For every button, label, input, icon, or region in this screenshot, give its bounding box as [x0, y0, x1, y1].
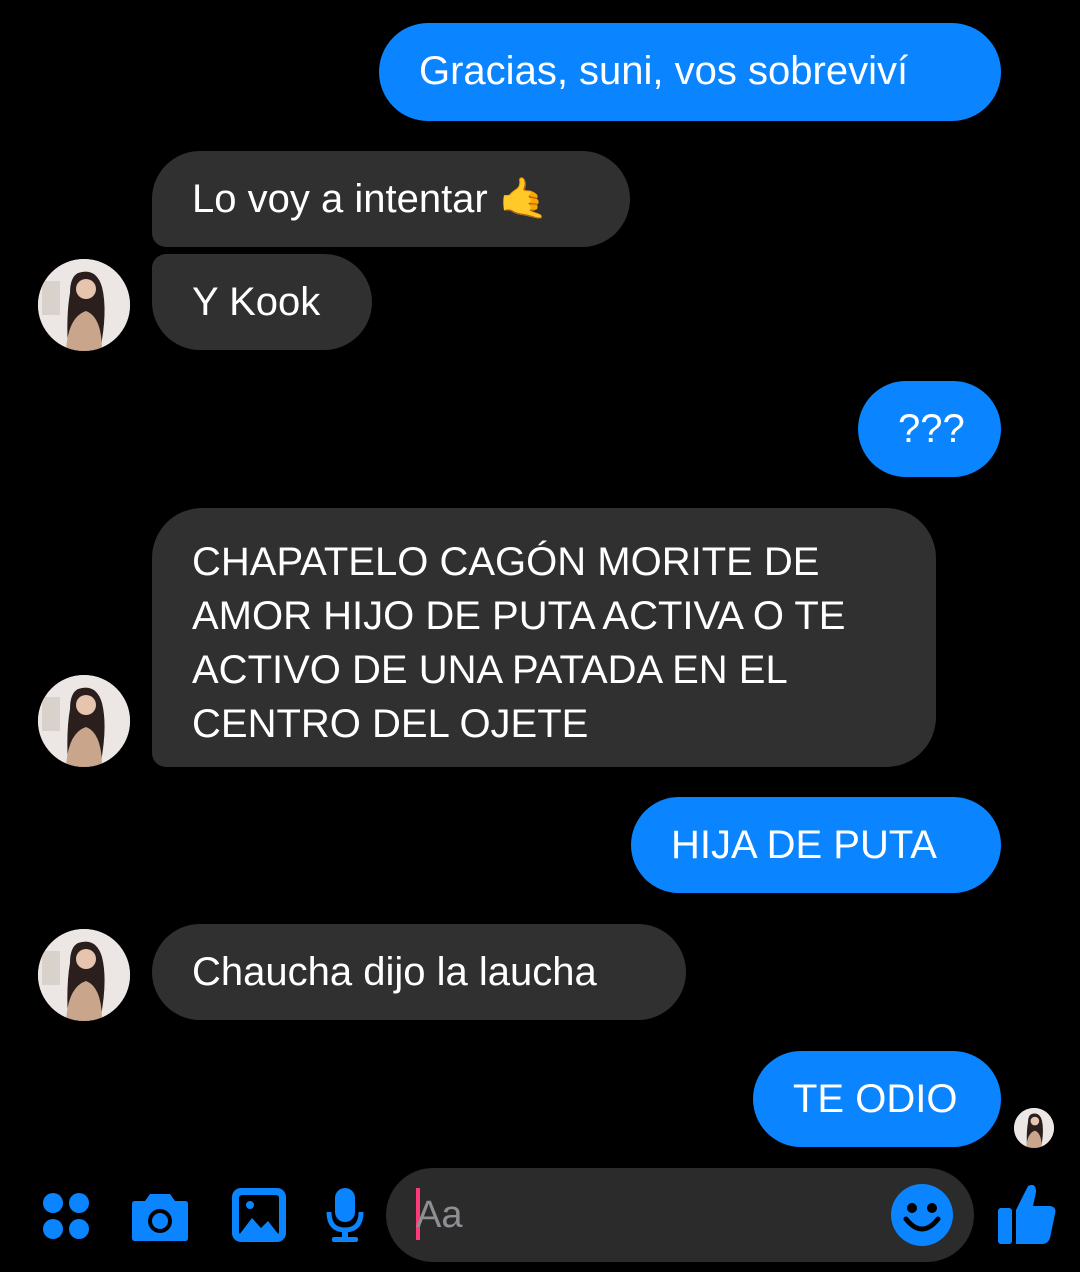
message-incoming[interactable]: Y Kook	[152, 254, 372, 350]
contact-avatar[interactable]	[38, 929, 130, 1021]
message-outgoing[interactable]: Gracias, suni, vos sobreviví	[379, 23, 1001, 121]
message-input[interactable]	[416, 1186, 876, 1244]
message-composer[interactable]	[386, 1168, 974, 1262]
contact-avatar[interactable]	[38, 675, 130, 767]
emoji-icon[interactable]	[890, 1183, 954, 1252]
like-icon[interactable]	[996, 1180, 1058, 1251]
seen-receipt-avatar	[1014, 1108, 1054, 1148]
camera-icon[interactable]	[130, 1188, 190, 1249]
contact-avatar[interactable]	[38, 259, 130, 351]
message-incoming[interactable]: Lo voy a intentar 🤙	[152, 151, 630, 247]
gallery-icon[interactable]	[230, 1186, 288, 1249]
message-incoming[interactable]: CHAPATELO CAGÓN MORITE DE AMOR HIJO DE P…	[152, 508, 936, 767]
message-outgoing[interactable]: HIJA DE PUTA	[631, 797, 1001, 893]
message-incoming[interactable]: Chaucha dijo la laucha	[152, 924, 686, 1020]
messenger-chat-screen: Gracias, suni, vos sobreviví Lo voy a in…	[0, 0, 1080, 1272]
message-outgoing[interactable]: TE ODIO	[753, 1051, 1001, 1147]
apps-icon[interactable]	[40, 1190, 92, 1247]
message-outgoing[interactable]: ???	[858, 381, 1001, 477]
microphone-icon[interactable]	[326, 1186, 364, 1249]
